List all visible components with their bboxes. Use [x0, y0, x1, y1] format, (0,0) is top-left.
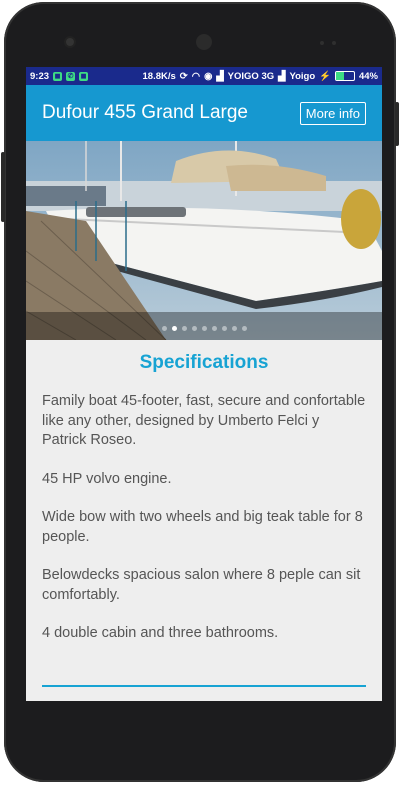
proximity-sensor — [320, 41, 324, 45]
carousel-dot[interactable] — [221, 326, 227, 331]
image-carousel[interactable] — [26, 141, 382, 340]
page-title: Dufour 455 Grand Large — [42, 102, 248, 123]
carrier-label: YOIGO 3G — [227, 70, 275, 82]
screen: 9:23 ◼ ✆ ◼ 18.8K/s ⟳ ◠ ◉ ▟ YOIGO 3G ▟ Yo… — [26, 67, 382, 701]
spec-paragraph: 45 HP volvo engine. — [42, 470, 172, 487]
carousel-dot[interactable] — [241, 326, 247, 331]
spec-paragraph: 4 double cabin and three bathrooms. — [42, 625, 279, 641]
specifications-section: Specifications Family boat 45-footer, fa… — [26, 340, 382, 701]
clock: 9:23 — [30, 70, 50, 82]
wifi-icon: ◠ — [191, 70, 201, 82]
power-button — [395, 102, 399, 146]
signal-icon: ▟ — [216, 70, 224, 82]
more-info-button[interactable]: More info — [299, 101, 366, 125]
spec-paragraph: Wide bow with two wheels and big teak ta… — [42, 509, 363, 545]
phone-frame: 9:23 ◼ ✆ ◼ 18.8K/s ⟳ ◠ ◉ ▟ YOIGO 3G ▟ Yo… — [1, 2, 399, 782]
battery-level — [335, 72, 344, 80]
volume-button — [1, 152, 5, 222]
carousel-dot[interactable] — [211, 326, 217, 331]
cast-icon: ◉ — [204, 70, 213, 82]
carousel-dot[interactable] — [201, 326, 207, 331]
whatsapp-icon: ✆ — [66, 71, 76, 81]
status-bar: 9:23 ◼ ✆ ◼ 18.8K/s ⟳ ◠ ◉ ▟ YOIGO 3G ▟ Yo… — [26, 67, 382, 85]
network-speed: 18.8K/s — [142, 70, 176, 82]
app-notification-icon: ◼ — [53, 71, 63, 81]
charging-icon: ⚡ — [319, 70, 331, 82]
battery-percent: 44% — [358, 70, 378, 82]
section-divider — [42, 685, 366, 687]
carousel-dot[interactable] — [231, 326, 237, 331]
boat-photo — [26, 141, 382, 340]
carousel-dot[interactable] — [161, 326, 167, 331]
front-camera — [66, 38, 74, 46]
app-notification-icon-2: ◼ — [79, 71, 89, 81]
signal-icon-2: ▟ — [278, 70, 286, 82]
carousel-dot[interactable] — [181, 326, 187, 331]
specifications-text: Family boat 45-footer, fast, secure and … — [26, 392, 382, 644]
earpiece-speaker — [196, 34, 212, 50]
spec-paragraph: Belowdecks spacious salon where 8 peple … — [42, 567, 361, 603]
sync-icon: ⟳ — [179, 70, 188, 82]
carousel-dot[interactable] — [171, 326, 177, 331]
carousel-indicator — [26, 326, 382, 331]
specifications-heading: Specifications — [139, 352, 269, 373]
carrier-label-2: Yoigo — [289, 70, 316, 82]
spec-paragraph: Family boat 45-footer, fast, secure and … — [42, 393, 366, 448]
app-bar: Dufour 455 Grand Large More info — [26, 85, 382, 141]
carousel-dot[interactable] — [191, 326, 197, 331]
battery-icon — [334, 71, 355, 81]
light-sensor — [332, 41, 336, 45]
